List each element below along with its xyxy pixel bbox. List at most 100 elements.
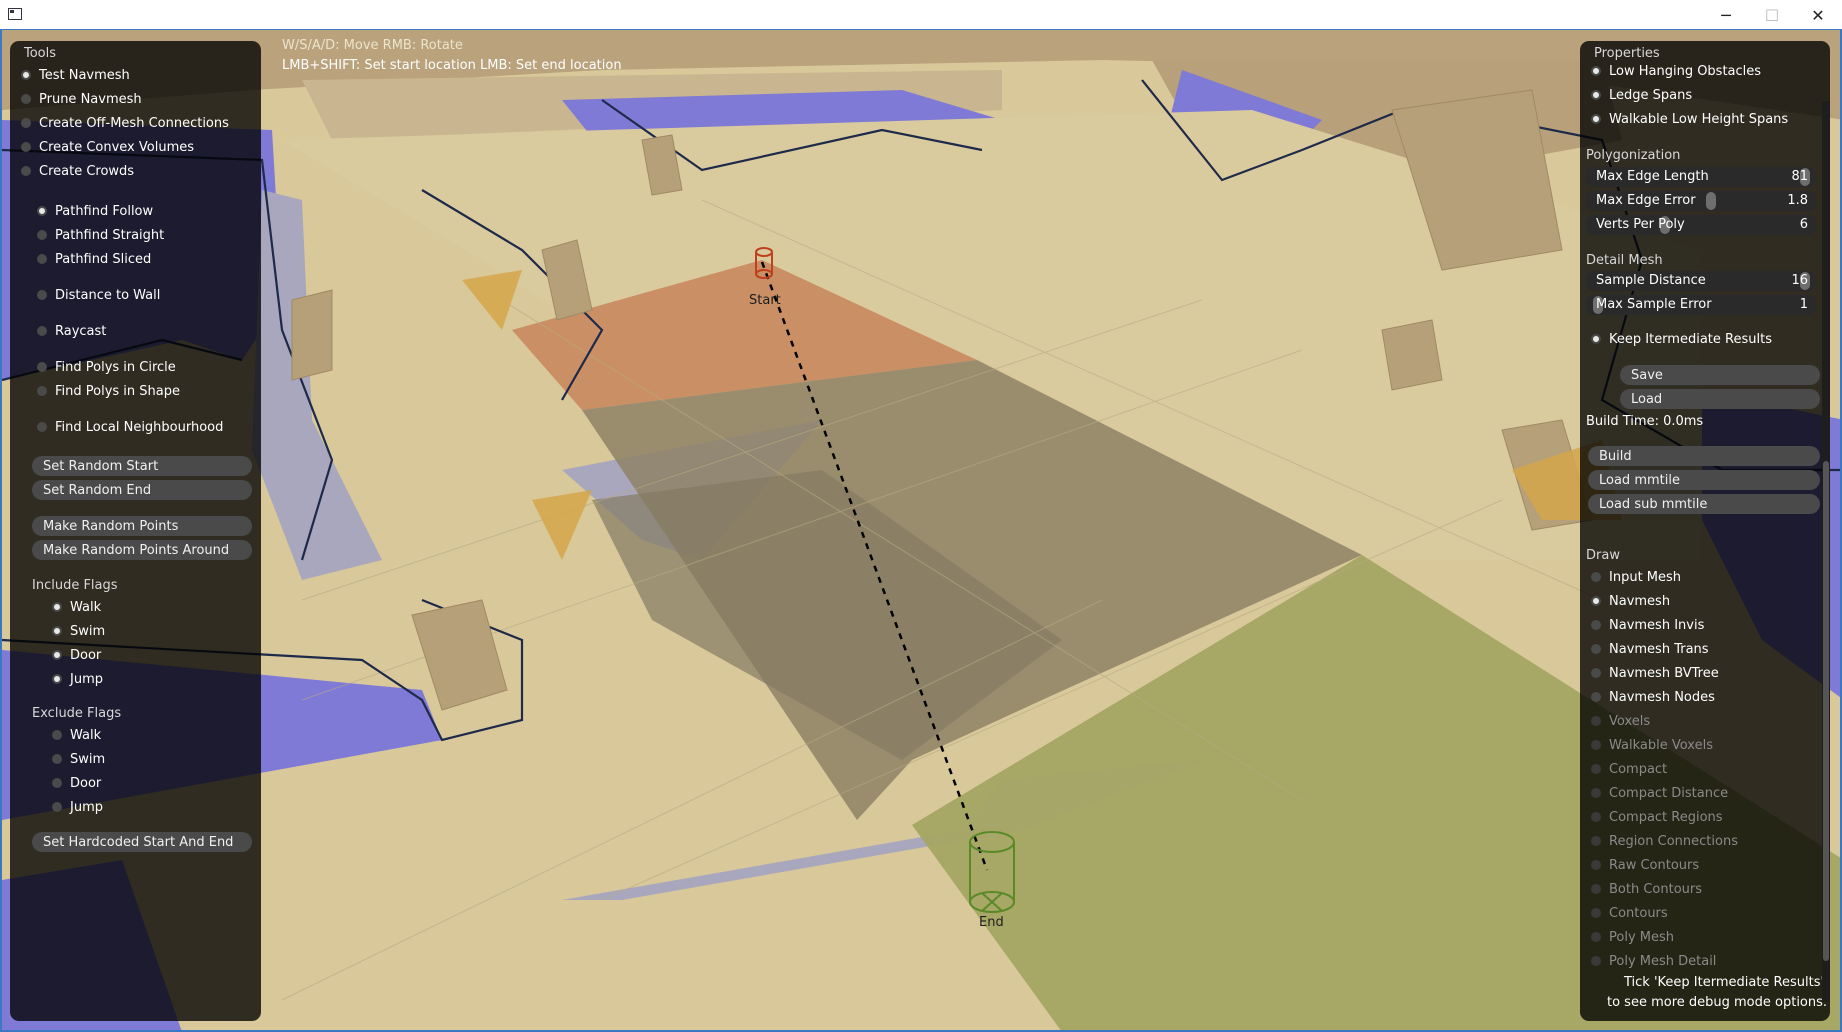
include-flag-walk[interactable]: Walk [52, 597, 101, 617]
start-marker-label: Start [749, 293, 781, 308]
tool-option-create-off-mesh-connections[interactable]: Create Off-Mesh Connections [21, 113, 229, 133]
radio-indicator [1591, 90, 1601, 100]
draw-option-compact-regions[interactable]: Compact Regions [1591, 807, 1723, 827]
exclude-flag-jump[interactable]: Jump [52, 797, 103, 817]
radio-indicator [52, 778, 62, 788]
draw-option-walkable-voxels[interactable]: Walkable Voxels [1591, 735, 1713, 755]
draw-option-contours[interactable]: Contours [1591, 903, 1668, 923]
properties-scrollbar[interactable] [1822, 101, 1830, 1001]
load-sub-mmtile-button[interactable]: Load sub mmtile [1588, 494, 1820, 514]
tool-option-prune-navmesh[interactable]: Prune Navmesh [21, 89, 142, 109]
draw-option-navmesh-invis[interactable]: Navmesh Invis [1591, 615, 1704, 635]
radio-indicator [37, 386, 47, 396]
include-flag-swim[interactable]: Swim [52, 621, 105, 641]
draw-title: Draw [1586, 548, 1620, 563]
scrollbar-grip[interactable] [1823, 461, 1829, 961]
mode-option-pathfind-straight[interactable]: Pathfind Straight [37, 225, 164, 245]
slider-thumb[interactable] [1705, 192, 1716, 210]
radio-indicator [52, 802, 62, 812]
debug-hint-line2: to see more debug mode options. [1607, 995, 1828, 1010]
radio-indicator [1591, 932, 1601, 942]
tools-panel: Tools Test Navmesh Prune Navmesh Create Of… [10, 41, 261, 1021]
exclude-flag-walk[interactable]: Walk [52, 725, 101, 745]
radio-indicator [1591, 716, 1601, 726]
radio-indicator [1591, 114, 1601, 124]
maximize-button[interactable]: ☐ [1749, 0, 1795, 30]
tool-option-label: Create Convex Volumes [39, 139, 195, 155]
draw-option-compact[interactable]: Compact [1591, 759, 1667, 779]
exclude-flag-door[interactable]: Door [52, 773, 101, 793]
mode-option-pathfind-sliced[interactable]: Pathfind Sliced [37, 249, 151, 269]
build-button[interactable]: Build [1588, 446, 1820, 466]
mode-option-label: Find Polys in Circle [55, 359, 176, 375]
tool-option-create-crowds[interactable]: Create Crowds [21, 161, 134, 181]
slider-max-edge-error[interactable]: Max Edge Error 1.8 [1586, 191, 1816, 211]
include-flag-door[interactable]: Door [52, 645, 101, 665]
radio-indicator [1591, 620, 1601, 630]
set-hardcoded-start-end-button[interactable]: Set Hardcoded Start And End [32, 832, 252, 852]
include-flags-title: Include Flags [32, 578, 118, 593]
draw-option-voxels[interactable]: Voxels [1591, 711, 1650, 731]
draw-option-raw-contours[interactable]: Raw Contours [1591, 855, 1699, 875]
draw-option-input-mesh[interactable]: Input Mesh [1591, 567, 1681, 587]
set-random-end-button[interactable]: Set Random End [32, 480, 252, 500]
draw-option-navmesh-trans[interactable]: Navmesh Trans [1591, 639, 1709, 659]
make-random-points-around-button[interactable]: Make Random Points Around [32, 540, 252, 560]
filter-option-walkable-low-height-spans[interactable]: Walkable Low Height Spans [1591, 109, 1788, 129]
mode-option-label: Find Local Neighbourhood [55, 419, 224, 435]
include-flag-label: Walk [70, 599, 102, 615]
load-button[interactable]: Load [1620, 389, 1820, 409]
draw-option-label: Voxels [1609, 713, 1651, 729]
draw-option-region-connections[interactable]: Region Connections [1591, 831, 1738, 851]
mode-option-find-polys-in-circle[interactable]: Find Polys in Circle [37, 357, 176, 377]
save-button[interactable]: Save [1620, 365, 1820, 385]
mode-option-find-polys-in-shape[interactable]: Find Polys in Shape [37, 381, 180, 401]
slider-max-edge-length[interactable]: Max Edge Length 81 [1586, 167, 1816, 187]
draw-option-navmesh-bvtree[interactable]: Navmesh BVTree [1591, 663, 1719, 683]
radio-indicator [1591, 764, 1601, 774]
draw-option-label: Raw Contours [1609, 857, 1700, 873]
minimize-button[interactable]: ─ [1703, 0, 1749, 30]
include-flag-jump[interactable]: Jump [52, 669, 103, 689]
slider-max-sample-error[interactable]: Max Sample Error 1 [1586, 295, 1816, 315]
tool-option-create-convex-volumes[interactable]: Create Convex Volumes [21, 137, 194, 157]
app-icon [8, 8, 22, 20]
draw-option-label: Navmesh Invis [1609, 617, 1705, 633]
filter-option-low-hanging-obstacles[interactable]: Low Hanging Obstacles [1591, 61, 1761, 81]
slider-label: Verts Per Poly [1596, 217, 1685, 232]
draw-option-both-contours[interactable]: Both Contours [1591, 879, 1702, 899]
mode-option-pathfind-follow[interactable]: Pathfind Follow [37, 201, 153, 221]
make-random-points-button[interactable]: Make Random Points [32, 516, 252, 536]
navmesh-viewport[interactable]: W/S/A/D: Move RMB: Rotate LMB+SHIFT: Set… [0, 30, 1842, 1032]
filter-option-ledge-spans[interactable]: Ledge Spans [1591, 85, 1692, 105]
draw-option-navmesh-nodes[interactable]: Navmesh Nodes [1591, 687, 1715, 707]
slider-value: 1 [1799, 297, 1808, 312]
window-titlebar: ─ ☐ ✕ [0, 0, 1842, 30]
draw-option-compact-distance[interactable]: Compact Distance [1591, 783, 1728, 803]
radio-indicator [52, 626, 62, 636]
radio-indicator [1591, 668, 1601, 678]
keep-intermediate-checkbox[interactable]: Keep Itermediate Results [1591, 329, 1772, 349]
mode-option-find-local-neighbourhood[interactable]: Find Local Neighbourhood [37, 417, 223, 437]
set-random-start-button[interactable]: Set Random Start [32, 456, 252, 476]
slider-verts-per-poly[interactable]: Verts Per Poly 6 [1586, 215, 1816, 235]
draw-option-label: Poly Mesh [1609, 929, 1674, 945]
checkbox-indicator [1591, 334, 1601, 344]
draw-option-label: Navmesh [1609, 593, 1671, 609]
radio-indicator [21, 70, 31, 80]
mode-option-distance-to-wall[interactable]: Distance to Wall [37, 285, 160, 305]
radio-indicator [37, 362, 47, 372]
draw-option-label: Input Mesh [1609, 569, 1682, 585]
draw-option-poly-mesh-detail[interactable]: Poly Mesh Detail [1591, 951, 1716, 971]
draw-option-poly-mesh[interactable]: Poly Mesh [1591, 927, 1674, 947]
exclude-flag-swim[interactable]: Swim [52, 749, 105, 769]
slider-sample-distance[interactable]: Sample Distance 16 [1586, 271, 1816, 291]
include-flag-label: Jump [70, 671, 103, 687]
exclude-flags-title: Exclude Flags [32, 706, 122, 721]
load-mmtile-button[interactable]: Load mmtile [1588, 470, 1820, 490]
draw-option-navmesh[interactable]: Navmesh [1591, 591, 1670, 611]
radio-indicator [21, 94, 31, 104]
mode-option-raycast[interactable]: Raycast [37, 321, 106, 341]
tool-option-test-navmesh[interactable]: Test Navmesh [21, 65, 130, 85]
close-button[interactable]: ✕ [1795, 0, 1841, 30]
